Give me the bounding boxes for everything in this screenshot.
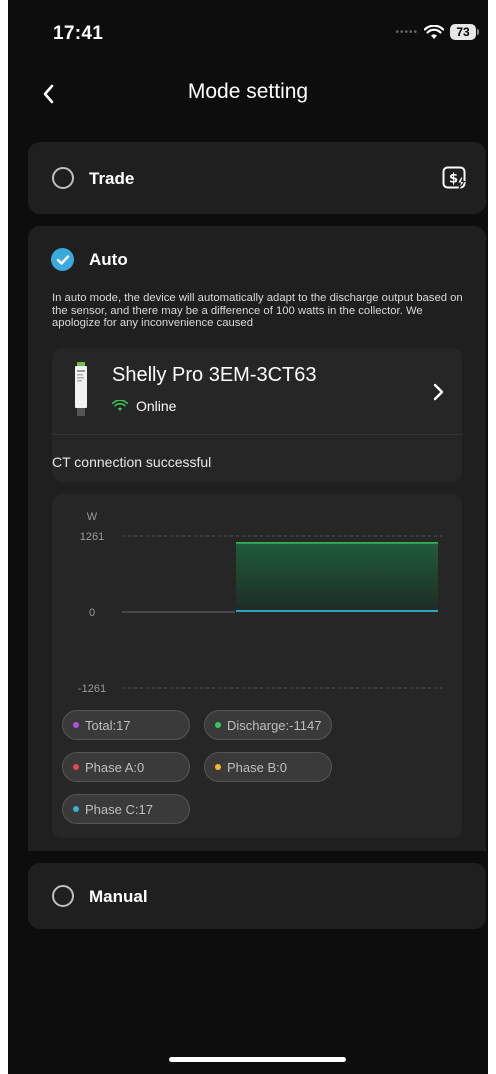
meter-device-icon — [75, 362, 87, 416]
legend-label: Phase B:0 — [227, 759, 287, 775]
phone-screen: 17:41 ••••• 73 Mode setting Trade $ Auto… — [8, 0, 488, 1074]
wifi-online-icon — [112, 400, 128, 411]
device-name: Shelly Pro 3EM-3CT63 — [112, 364, 317, 386]
auto-label: Auto — [89, 250, 128, 269]
auto-check[interactable] — [51, 248, 74, 271]
status-indicators: ••••• 73 — [395, 24, 479, 40]
legend-dot — [215, 764, 221, 770]
nav-bar: Mode setting — [8, 70, 488, 118]
y-tick-label: -1261 — [78, 683, 106, 695]
page-title: Mode setting — [187, 80, 309, 103]
svg-text:$: $ — [449, 172, 458, 187]
wifi-icon — [424, 24, 444, 39]
status-bar: 17:41 ••••• 73 — [8, 0, 488, 64]
legend-label: Discharge:-1147 — [227, 717, 322, 733]
manual-label: Manual — [89, 887, 148, 906]
trade-mode-option[interactable]: Trade $ — [28, 142, 486, 214]
ct-connection-status: CT connection successful — [52, 454, 212, 470]
legend-chip: Phase C:17 — [62, 794, 190, 824]
y-tick-label: 1261 — [80, 531, 104, 543]
status-time: 17:41 — [53, 23, 104, 44]
legend-dot — [215, 722, 221, 728]
y-axis-unit: W — [87, 511, 98, 523]
discharge-area — [236, 542, 438, 612]
divider — [52, 434, 462, 435]
dollar-bolt-icon: $ — [442, 166, 466, 189]
chevron-right-icon[interactable] — [430, 382, 446, 402]
cellular-signal-icon: ••••• — [395, 26, 418, 38]
legend-label: Phase A:0 — [85, 759, 145, 775]
legend-label: Total:17 — [85, 717, 131, 733]
legend-chip: Total:17 — [62, 710, 190, 740]
legend-chip: Discharge:-1147 — [204, 710, 332, 740]
legend-label: Phase C:17 — [85, 801, 153, 817]
battery-indicator: 73 — [450, 24, 479, 40]
checkmark-icon — [56, 254, 69, 265]
legend-dot — [73, 722, 79, 728]
legend-chip: Phase A:0 — [62, 752, 190, 782]
power-chart-svg: W 1261 0 -1261 — [78, 511, 442, 695]
legend-dot — [73, 764, 79, 770]
online-text: Online — [136, 398, 177, 414]
trade-label: Trade — [89, 169, 135, 188]
legend-chip: Phase B:0 — [204, 752, 332, 782]
device-card[interactable]: Shelly Pro 3EM-3CT63 Online CT connectio… — [52, 348, 462, 482]
manual-radio[interactable] — [52, 885, 74, 907]
power-chart: W 1261 0 -1261 Total:17 Discharge:-1147 Phase… — [52, 494, 462, 838]
manual-mode-option[interactable]: Manual — [28, 863, 486, 929]
home-indicator[interactable] — [169, 1057, 346, 1062]
y-tick-label: 0 — [89, 607, 95, 619]
legend-dot — [73, 806, 79, 812]
auto-description: In auto mode, the device will automatica… — [52, 292, 463, 329]
device-status: Online — [112, 398, 176, 414]
trade-radio[interactable] — [52, 167, 74, 189]
auto-mode-option[interactable]: Auto In auto mode, the device will autom… — [28, 226, 486, 851]
